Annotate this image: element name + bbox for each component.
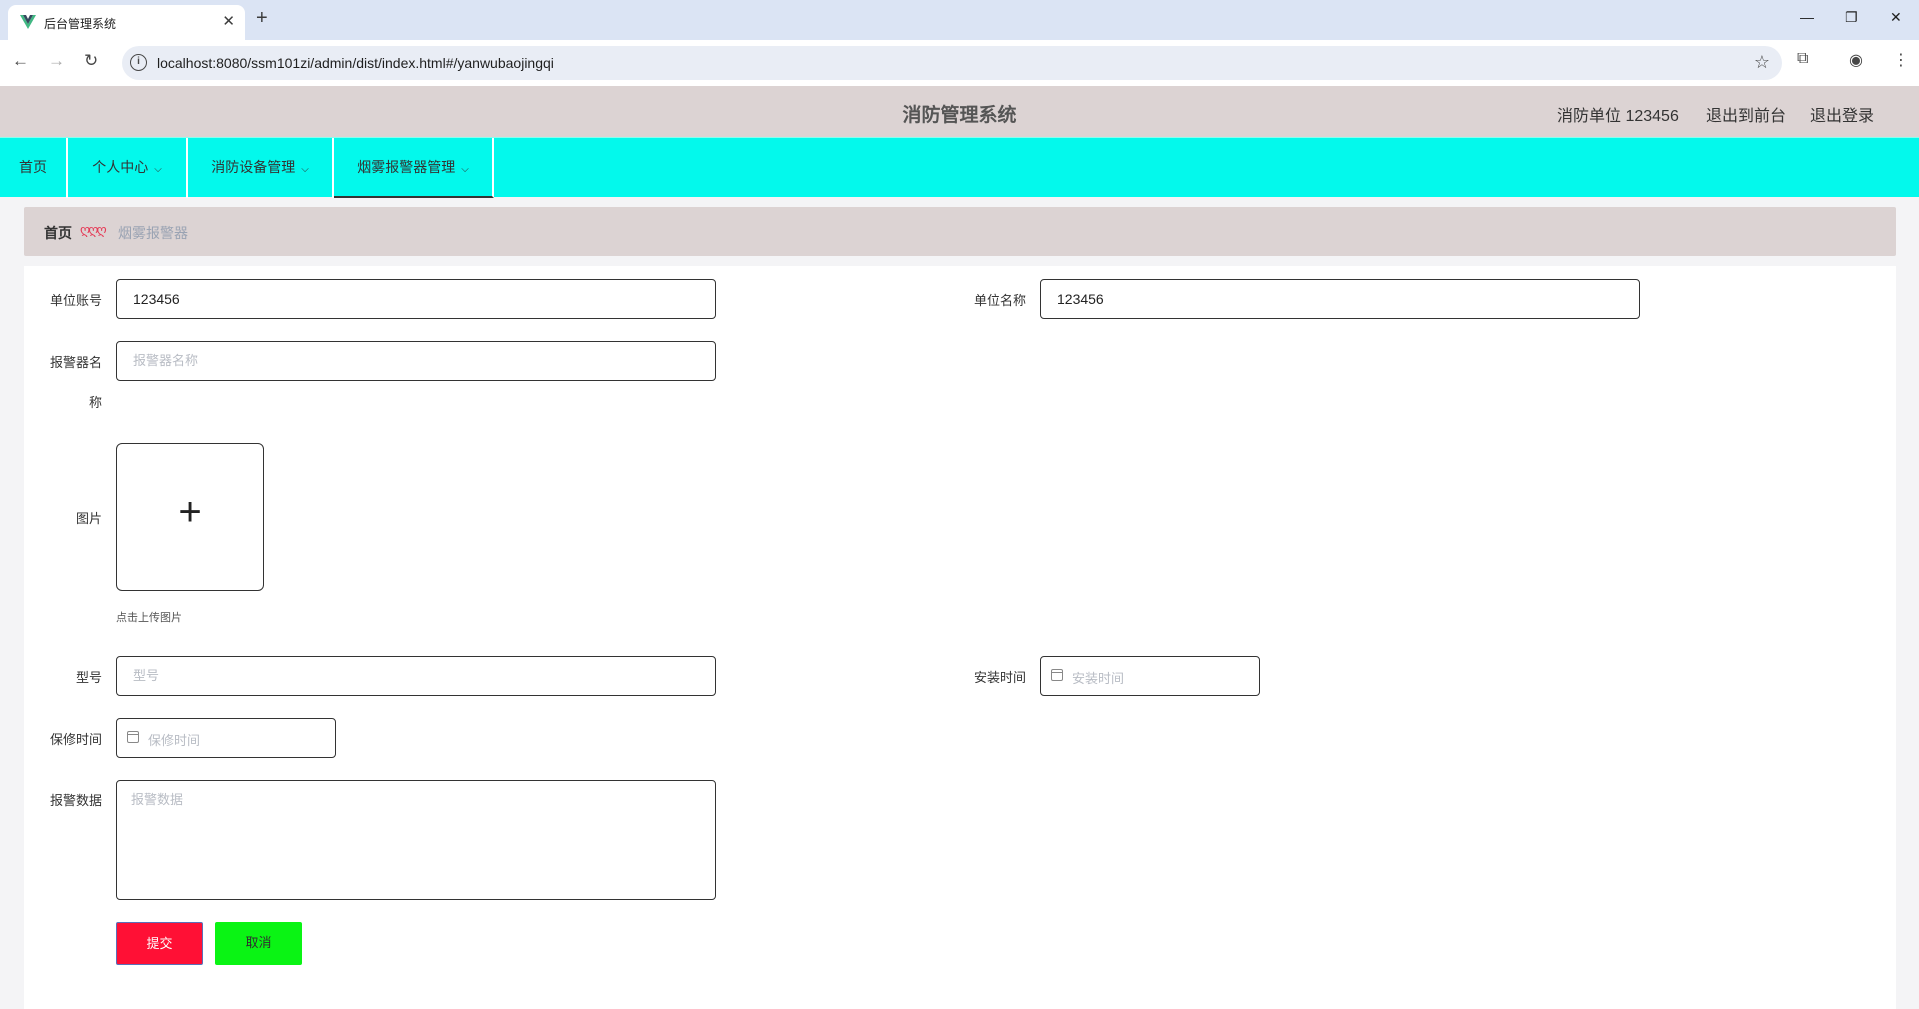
calendar-icon [127,731,139,743]
install-time-picker[interactable]: 安装时间 [1040,656,1260,696]
unit-name-input[interactable]: 123456 [1040,279,1640,319]
chevron-down-icon: ⌵ [154,164,162,175]
alarm-name-input[interactable]: 报警器名称 [116,341,716,381]
site-info-icon[interactable]: i [130,54,147,71]
browser-tabstrip: 后台管理系统 ✕ + — ❐ ✕ [0,0,1919,40]
menu-item-label: 烟雾报警器管理 [357,159,456,175]
restore-icon[interactable]: ❐ [1845,9,1858,26]
heart-separator-icon: ღღღ [80,222,107,237]
current-user-label: 消防单位 123456 [1557,108,1679,125]
front-link[interactable]: 退出到前台 [1706,102,1786,126]
alarm-data-textarea[interactable]: 报警数据 [116,780,716,900]
warranty-time-picker[interactable]: 保修时间 [116,718,336,758]
chevron-down-icon: ⌵ [301,164,309,175]
calendar-icon [1051,669,1063,681]
address-bar[interactable]: i localhost:8080/ssm101zi/admin/dist/ind… [122,46,1782,80]
alarm-name-label: 报警器名 [49,355,102,370]
vue-logo-icon [20,15,36,29]
window-close-icon[interactable]: ✕ [1890,9,1902,26]
install-time-placeholder: 安装时间 [1072,671,1125,686]
breadcrumb-home[interactable]: 首页 [44,223,72,243]
warranty-time-label: 保修时间 [49,732,102,747]
menu-item-label: 首页 [19,159,47,175]
install-time-label: 安装时间 [973,670,1026,685]
image-upload-button[interactable]: + [116,443,264,591]
form-panel: 单位账号 123456 单位名称 123456 报警器名 称 报警器名称 图片 … [24,266,1896,1009]
chevron-down-icon: ⌵ [461,164,469,175]
browser-toolbar: ← → ↻ i localhost:8080/ssm101zi/admin/di… [0,40,1919,86]
more-menu-icon[interactable]: ⋮ [1893,50,1909,70]
menu-item-fire-equipment[interactable]: 消防设备管理 ⌵ [188,138,334,198]
image-label: 图片 [75,511,102,526]
menu-item-label: 消防设备管理 [211,159,296,175]
unit-name-label: 单位名称 [973,293,1026,308]
alarm-data-placeholder: 报警数据 [131,792,184,807]
bookmark-star-icon[interactable]: ☆ [1754,52,1770,73]
submit-button[interactable]: 提交 [116,922,203,965]
main-menu: 首页 个人中心 ⌵ 消防设备管理 ⌵ 烟雾报警器管理 ⌵ [0,137,1919,198]
unit-account-input[interactable]: 123456 [116,279,716,319]
unit-account-label: 单位账号 [49,293,102,308]
menu-item-smoke-alarm[interactable]: 烟雾报警器管理 ⌵ [334,138,494,198]
tab-close-icon[interactable]: ✕ [222,12,235,30]
warranty-time-placeholder: 保修时间 [148,733,201,748]
cancel-button[interactable]: 取消 [215,922,302,965]
model-input[interactable]: 型号 [116,656,716,696]
breadcrumb: 首页 ღღღ 烟雾报警器 [24,207,1896,256]
menu-item-personal-center[interactable]: 个人中心 ⌵ [68,138,188,198]
alarm-name-label-wrap: 称 [88,395,102,410]
alarm-data-label: 报警数据 [49,793,102,808]
forward-icon[interactable]: → [48,51,65,71]
minimize-icon[interactable]: — [1800,9,1814,25]
back-icon[interactable]: ← [12,51,29,71]
upload-tip: 点击上传图片 [116,612,182,624]
breadcrumb-current: 烟雾报警器 [118,225,188,241]
profile-icon[interactable]: ◉ [1849,50,1863,70]
plus-icon: + [178,490,202,534]
app-header: 消防管理系统 消防单位 123456 退出到前台 退出登录 [0,86,1919,137]
menu-item-label: 个人中心 [92,159,149,175]
logout-link[interactable]: 退出登录 [1810,102,1874,126]
new-tab-icon[interactable]: + [256,7,268,30]
browser-tab[interactable]: 后台管理系统 ✕ [8,5,245,40]
menu-item-home[interactable]: 首页 [0,138,68,198]
url-text[interactable]: localhost:8080/ssm101zi/admin/dist/index… [157,55,554,71]
tab-title: 后台管理系统 [44,17,117,31]
tab-search-icon[interactable]: ⧉ [1797,50,1808,68]
model-label: 型号 [75,670,102,685]
reload-icon[interactable]: ↻ [84,51,98,71]
